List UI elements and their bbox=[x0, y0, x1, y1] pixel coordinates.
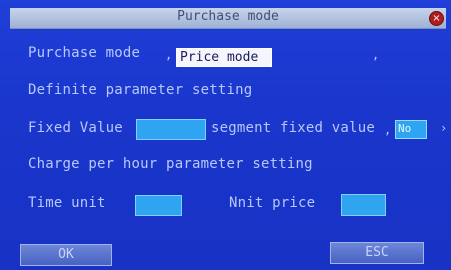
bracket-left-icon: , bbox=[165, 48, 173, 62]
fixed-value-label: Fixed Value bbox=[28, 120, 123, 136]
device-screen: Purchase mode × Purchase mode , Price mo… bbox=[0, 0, 451, 270]
segment-fixed-value-select[interactable]: No bbox=[395, 120, 427, 139]
fixed-value-input[interactable] bbox=[136, 119, 206, 140]
charge-per-hour-header: Charge per hour parameter setting bbox=[28, 156, 313, 172]
purchase-mode-label: Purchase mode bbox=[28, 45, 141, 61]
purchase-mode-select[interactable]: Price mode bbox=[176, 48, 272, 67]
unit-price-label: Nnit price bbox=[229, 195, 316, 211]
segment-fixed-value-label: segment fixed value bbox=[211, 120, 375, 136]
window-title: Purchase mode bbox=[177, 9, 279, 24]
title-bar: Purchase mode × bbox=[10, 8, 446, 29]
bracket-left-icon: , bbox=[384, 123, 392, 137]
ok-button[interactable]: OK bbox=[20, 244, 112, 266]
time-unit-label: Time unit bbox=[28, 195, 106, 211]
dropdown-arrow-icon[interactable]: , bbox=[372, 48, 379, 62]
close-icon[interactable]: × bbox=[429, 11, 444, 26]
dropdown-arrow-icon[interactable]: › bbox=[440, 121, 447, 135]
time-unit-input[interactable] bbox=[135, 195, 182, 216]
unit-price-input[interactable] bbox=[341, 194, 386, 216]
definite-parameter-header: Definite parameter setting bbox=[28, 82, 253, 98]
esc-button[interactable]: ESC bbox=[330, 242, 424, 264]
